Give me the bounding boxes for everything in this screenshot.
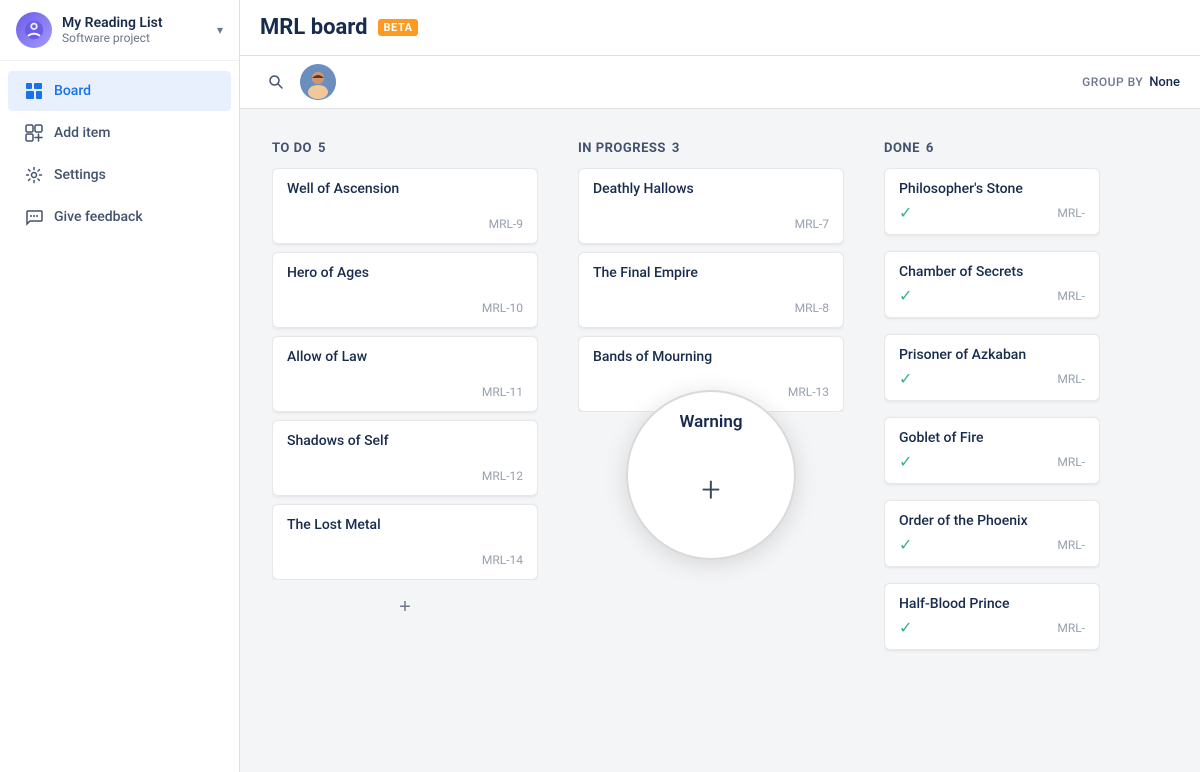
- table-row[interactable]: Allow of Law MRL-11: [272, 336, 538, 412]
- column-todo-count: 5: [318, 141, 325, 156]
- avatar[interactable]: [300, 64, 336, 100]
- sidebar-nav: Board Add item Se: [0, 61, 239, 772]
- spotlight-warning-text: Warning: [680, 412, 743, 432]
- card-id: MRL-: [1057, 455, 1085, 469]
- toolbar: GROUP BY None: [240, 56, 1200, 109]
- inprogress-cards: Deathly Hallows MRL-7 The Final Empire M…: [578, 168, 844, 412]
- table-row[interactable]: Hero of Ages MRL-10: [272, 252, 538, 328]
- sidebar-item-board[interactable]: Board: [8, 71, 231, 111]
- card-id: MRL-12: [482, 469, 523, 483]
- sidebar-item-settings[interactable]: Settings: [8, 155, 231, 195]
- card-title: Chamber of Secrets: [899, 264, 1085, 280]
- project-name: My Reading List: [62, 15, 217, 31]
- card-id: MRL-11: [482, 385, 523, 399]
- sidebar-header[interactable]: My Reading List Software project ▾: [0, 0, 239, 61]
- table-row[interactable]: Shadows of Self MRL-12: [272, 420, 538, 496]
- sidebar-item-give-feedback[interactable]: Give feedback: [8, 197, 231, 237]
- card-title: Prisoner of Azkaban: [899, 347, 1085, 363]
- done-cards: Philosopher's Stone ✓ MRL- Chamber of Se…: [884, 168, 1100, 658]
- card-title: The Lost Metal: [287, 517, 523, 533]
- group-by-label: GROUP BY: [1082, 75, 1143, 89]
- card-id: MRL-10: [482, 301, 523, 315]
- board-icon: [24, 81, 44, 101]
- card-title: Shadows of Self: [287, 433, 523, 449]
- settings-label: Settings: [54, 167, 106, 183]
- topbar: MRL board BETA: [240, 0, 1200, 56]
- group-by-value[interactable]: None: [1149, 75, 1180, 90]
- card-title: Hero of Ages: [287, 265, 523, 281]
- column-done: DONE 6 Philosopher's Stone ✓ MRL- Chambe…: [872, 129, 1112, 670]
- card-title: Philosopher's Stone: [899, 181, 1085, 197]
- check-icon: ✓: [899, 286, 912, 305]
- give-feedback-label: Give feedback: [54, 209, 143, 225]
- card-id: MRL-: [1057, 621, 1085, 635]
- column-todo: TO DO 5 Well of Ascension MRL-9 Hero of …: [260, 129, 550, 639]
- card-id: MRL-8: [795, 301, 829, 315]
- table-row[interactable]: Chamber of Secrets ✓ MRL-: [884, 251, 1100, 318]
- project-info: My Reading List Software project: [62, 15, 217, 45]
- add-inprogress-area: Warning + +: [578, 420, 844, 467]
- table-row[interactable]: Order of the Phoenix ✓ MRL-: [884, 500, 1100, 567]
- table-row[interactable]: The Lost Metal MRL-14: [272, 504, 538, 580]
- search-button[interactable]: [260, 66, 292, 98]
- card-title: Allow of Law: [287, 349, 523, 365]
- card-title: The Final Empire: [593, 265, 829, 281]
- table-row[interactable]: The Final Empire MRL-8: [578, 252, 844, 328]
- card-title: Goblet of Fire: [899, 430, 1085, 446]
- spotlight-circle: Warning +: [626, 390, 796, 560]
- spotlight-plus-icon: +: [701, 473, 720, 507]
- project-logo: [16, 12, 52, 48]
- card-title: Bands of Mourning: [593, 349, 829, 365]
- column-inprogress: IN PROGRESS 3 Deathly Hallows MRL-7 The …: [566, 129, 856, 479]
- table-row[interactable]: Prisoner of Azkaban ✓ MRL-: [884, 334, 1100, 401]
- table-row[interactable]: Philosopher's Stone ✓ MRL-: [884, 168, 1100, 235]
- column-todo-header: TO DO 5: [272, 141, 538, 156]
- settings-icon: [24, 165, 44, 185]
- column-done-count: 6: [926, 141, 933, 156]
- add-item-label: Add item: [54, 125, 110, 141]
- check-icon: ✓: [899, 618, 912, 637]
- card-title: Well of Ascension: [287, 181, 523, 197]
- project-subtitle: Software project: [62, 31, 217, 45]
- table-row[interactable]: Well of Ascension MRL-9: [272, 168, 538, 244]
- column-done-title: DONE: [884, 141, 920, 156]
- card-id: MRL-9: [489, 217, 523, 231]
- beta-badge: BETA: [378, 19, 419, 36]
- table-row[interactable]: Bands of Mourning MRL-13: [578, 336, 844, 412]
- column-inprogress-title: IN PROGRESS: [578, 141, 666, 156]
- check-icon: ✓: [899, 369, 912, 388]
- sidebar: My Reading List Software project ▾ Board: [0, 0, 240, 772]
- sidebar-item-add-item[interactable]: Add item: [8, 113, 231, 153]
- card-id: MRL-: [1057, 206, 1085, 220]
- card-id: MRL-14: [482, 553, 523, 567]
- column-done-header: DONE 6: [884, 141, 1100, 156]
- table-row[interactable]: Goblet of Fire ✓ MRL-: [884, 417, 1100, 484]
- main-content: MRL board BETA GROUP BY None: [240, 0, 1200, 772]
- search-icon: [268, 74, 284, 90]
- card-title: Half-Blood Prince: [899, 596, 1085, 612]
- column-inprogress-count: 3: [672, 141, 679, 156]
- feedback-icon: [24, 207, 44, 227]
- card-id: MRL-7: [795, 217, 829, 231]
- card-id: MRL-: [1057, 289, 1085, 303]
- card-title: Deathly Hallows: [593, 181, 829, 197]
- add-item-icon: [24, 123, 44, 143]
- check-icon: ✓: [899, 452, 912, 471]
- card-id: MRL-: [1057, 538, 1085, 552]
- card-title: Order of the Phoenix: [899, 513, 1085, 529]
- card-id: MRL-: [1057, 372, 1085, 386]
- table-row[interactable]: Half-Blood Prince ✓ MRL-: [884, 583, 1100, 650]
- board-label: Board: [54, 83, 91, 99]
- column-todo-title: TO DO: [272, 141, 312, 156]
- card-id: MRL-13: [788, 385, 829, 399]
- add-todo-card-button[interactable]: +: [272, 588, 538, 627]
- todo-cards: Well of Ascension MRL-9 Hero of Ages MRL…: [272, 168, 538, 580]
- table-row[interactable]: Deathly Hallows MRL-7: [578, 168, 844, 244]
- page-title: MRL board: [260, 15, 368, 40]
- board-area: TO DO 5 Well of Ascension MRL-9 Hero of …: [240, 109, 1200, 772]
- check-icon: ✓: [899, 203, 912, 222]
- column-inprogress-header: IN PROGRESS 3: [578, 141, 844, 156]
- check-icon: ✓: [899, 535, 912, 554]
- chevron-down-icon: ▾: [217, 23, 223, 37]
